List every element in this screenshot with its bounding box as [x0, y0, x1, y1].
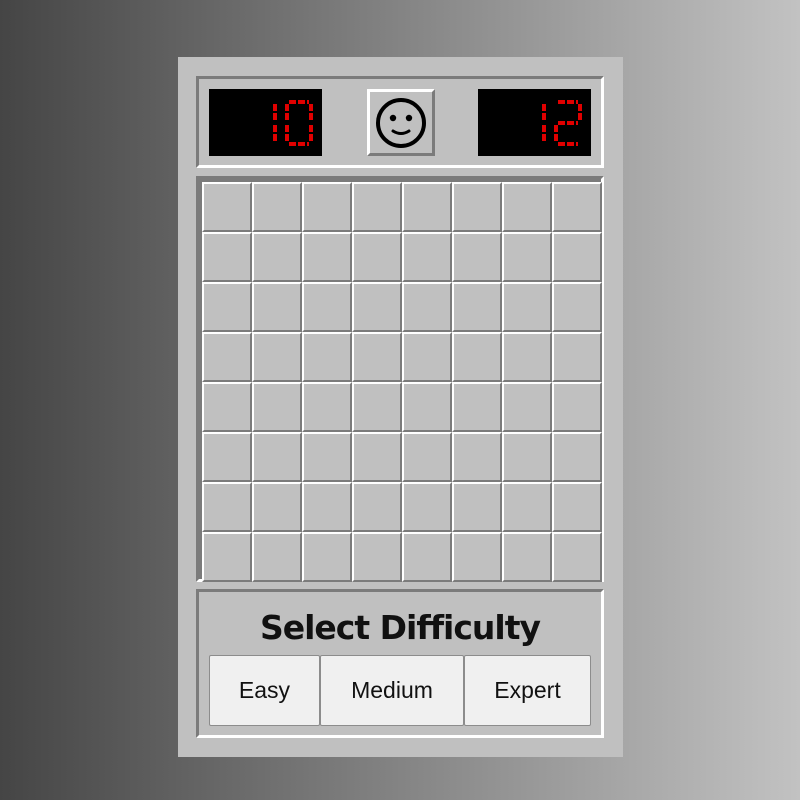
grid-cell[interactable] [402, 382, 452, 432]
grid-cell[interactable] [302, 282, 352, 332]
difficulty-panel: Select Difficulty Easy Medium Expert [196, 589, 604, 738]
grid-cell[interactable] [502, 282, 552, 332]
grid-cell[interactable] [502, 482, 552, 532]
grid-cell[interactable] [352, 282, 402, 332]
grid-cell[interactable] [202, 182, 252, 232]
grid-cell[interactable] [352, 232, 402, 282]
grid-cell[interactable] [252, 382, 302, 432]
grid-cell[interactable] [302, 482, 352, 532]
grid-cell[interactable] [202, 482, 252, 532]
grid-cell[interactable] [502, 332, 552, 382]
grid-cell[interactable] [402, 532, 452, 582]
reset-button[interactable] [367, 89, 435, 156]
grid-cell[interactable] [402, 282, 452, 332]
grid-cell[interactable] [502, 382, 552, 432]
grid-cell[interactable] [252, 332, 302, 382]
grid-cell[interactable] [302, 232, 352, 282]
grid-cell[interactable] [202, 432, 252, 482]
grid-cell[interactable] [552, 232, 602, 282]
grid-cell[interactable] [502, 232, 552, 282]
grid-cell[interactable] [202, 282, 252, 332]
grid-cell[interactable] [352, 432, 402, 482]
grid-cell[interactable] [252, 232, 302, 282]
minesweeper-window: 10 12 Select Difficulty Easy Medium Expe… [178, 57, 623, 757]
grid-cell[interactable] [552, 382, 602, 432]
grid-cell[interactable] [352, 382, 402, 432]
medium-button[interactable]: Medium [320, 655, 464, 726]
grid-cell[interactable] [452, 382, 502, 432]
grid-cell[interactable] [352, 332, 402, 382]
grid-cell[interactable] [202, 232, 252, 282]
grid-cell[interactable] [202, 532, 252, 582]
easy-button[interactable]: Easy [209, 655, 320, 726]
grid-cell[interactable] [352, 482, 402, 532]
grid-cell[interactable] [452, 232, 502, 282]
expert-button[interactable]: Expert [464, 655, 591, 726]
grid-cell[interactable] [202, 382, 252, 432]
grid-cell[interactable] [302, 332, 352, 382]
grid-cell[interactable] [552, 482, 602, 532]
grid-cell[interactable] [402, 482, 452, 532]
grid-cell[interactable] [452, 282, 502, 332]
grid-cell[interactable] [552, 182, 602, 232]
grid-cell[interactable] [352, 532, 402, 582]
timer-display: 12 [478, 89, 591, 156]
mine-counter-digits [273, 99, 313, 146]
grid-cell[interactable] [452, 182, 502, 232]
difficulty-title: Select Difficulty [259, 608, 541, 647]
minefield-grid [202, 182, 602, 582]
grid-cell[interactable] [302, 432, 352, 482]
grid-cell[interactable] [452, 432, 502, 482]
grid-cell[interactable] [252, 482, 302, 532]
grid-cell[interactable] [302, 382, 352, 432]
grid-cell[interactable] [252, 282, 302, 332]
grid-cell[interactable] [552, 432, 602, 482]
grid-cell[interactable] [352, 182, 402, 232]
grid-cell[interactable] [252, 532, 302, 582]
smiley-face-icon [376, 97, 426, 148]
grid-cell[interactable] [452, 332, 502, 382]
grid-cell[interactable] [552, 532, 602, 582]
grid-cell[interactable] [252, 182, 302, 232]
game-header: 10 12 [196, 76, 604, 168]
grid-cell[interactable] [252, 432, 302, 482]
grid-cell[interactable] [402, 432, 452, 482]
grid-cell[interactable] [552, 332, 602, 382]
grid-cell[interactable] [502, 532, 552, 582]
grid-cell[interactable] [402, 332, 452, 382]
grid-cell[interactable] [302, 532, 352, 582]
mine-counter-display: 10 [209, 89, 322, 156]
grid-cell[interactable] [302, 182, 352, 232]
grid-cell[interactable] [402, 232, 452, 282]
timer-digits [542, 99, 582, 146]
minefield [196, 176, 604, 582]
grid-cell[interactable] [452, 482, 502, 532]
grid-cell[interactable] [502, 432, 552, 482]
grid-cell[interactable] [502, 182, 552, 232]
grid-cell[interactable] [452, 532, 502, 582]
difficulty-buttons: Easy Medium Expert [209, 655, 591, 726]
grid-cell[interactable] [552, 282, 602, 332]
grid-cell[interactable] [202, 332, 252, 382]
grid-cell[interactable] [402, 182, 452, 232]
